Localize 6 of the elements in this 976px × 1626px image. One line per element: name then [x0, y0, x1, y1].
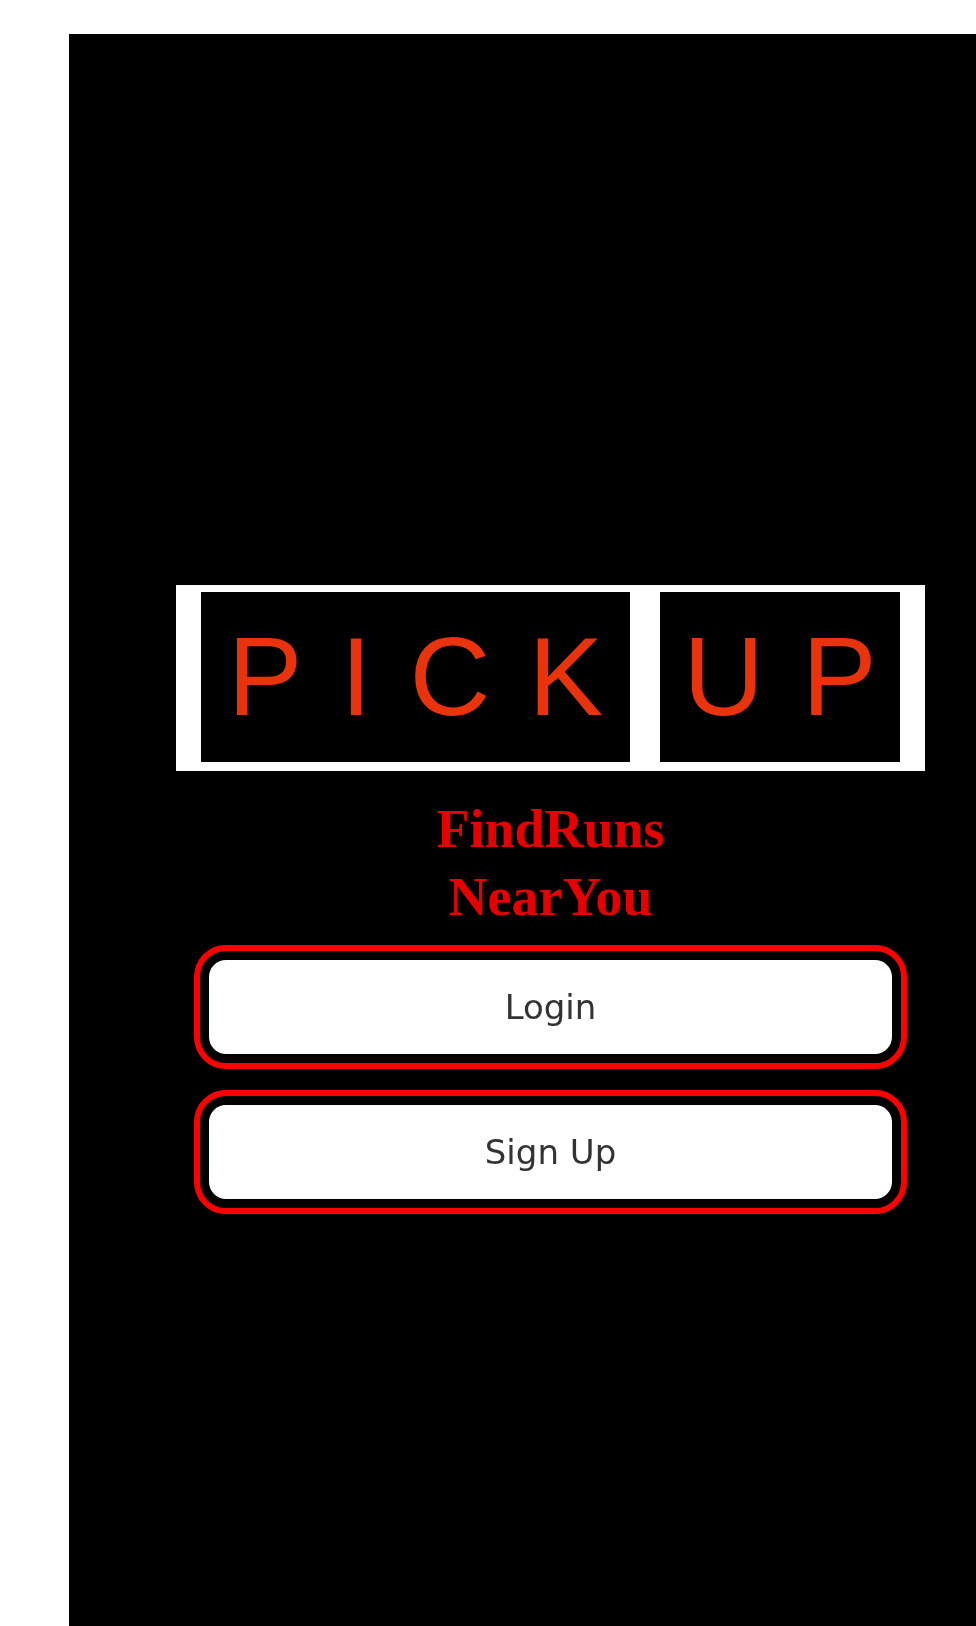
action-button[interactable]: Login [194, 945, 907, 1069]
logo-word: PICK [201, 592, 630, 762]
action-button[interactable]: Sign Up [194, 1090, 907, 1214]
tagline-text: NearYou [448, 866, 653, 929]
tagline-text: FindRuns [436, 798, 665, 861]
logo-word: UP [660, 592, 900, 762]
